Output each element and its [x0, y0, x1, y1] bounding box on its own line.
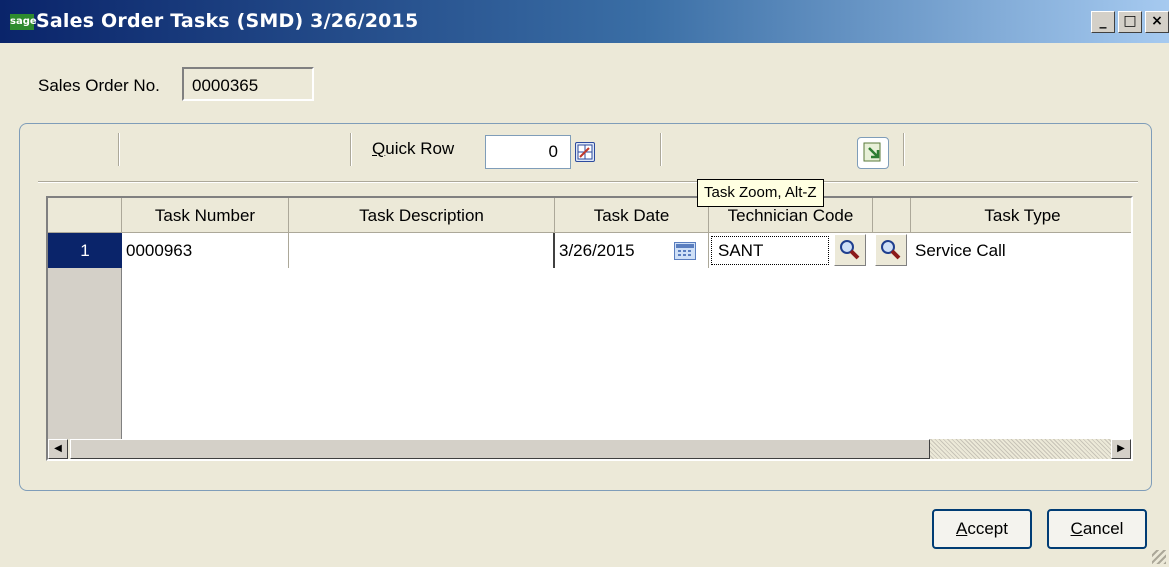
toolbar-separator [903, 133, 905, 166]
column-header-task-description[interactable]: Task Description [289, 198, 555, 233]
quick-row-input[interactable]: 0 [485, 135, 571, 169]
column-header-task-number[interactable]: Task Number [122, 198, 289, 233]
corner-header [48, 198, 122, 233]
cell-technician-code[interactable]: SANT [711, 236, 829, 265]
task-zoom-tooltip: Task Zoom, Alt-Z [697, 179, 824, 207]
resize-grip-icon[interactable] [1152, 550, 1166, 564]
scroll-left-arrow-icon[interactable]: ◀ [48, 439, 68, 459]
toolbar-separator [660, 133, 662, 166]
toolbar-divider [38, 181, 1138, 183]
task-zoom-button[interactable] [857, 137, 889, 169]
quick-row-label: Quick Row [372, 139, 455, 158]
cell-task-description[interactable] [289, 233, 555, 268]
window-title: Sales Order Tasks (SMD) 3/26/2015 [36, 10, 419, 32]
cancel-button[interactable]: Cancel [1047, 509, 1147, 549]
task-type-lookup-icon[interactable] [875, 234, 907, 266]
sage-app-icon: sage [10, 14, 37, 30]
sales-order-number-field: 0000365 [182, 67, 314, 101]
column-header-task-type[interactable]: Task Type [911, 198, 1131, 233]
tasks-grid[interactable]: Task Number Task Description Task Date T… [46, 196, 1133, 461]
quick-row-go-icon[interactable] [575, 142, 595, 162]
calendar-icon[interactable] [674, 242, 696, 260]
row-number-selected[interactable]: 1 [48, 233, 122, 268]
scrollbar-thumb[interactable] [70, 439, 930, 459]
sales-order-label: Sales Order No. [38, 76, 160, 95]
scrollbar-track[interactable] [930, 439, 1111, 459]
cell-task-type[interactable]: Service Call [911, 233, 1131, 268]
maximize-button[interactable]: □ [1118, 11, 1142, 33]
minimize-button[interactable]: _ [1091, 11, 1115, 33]
scroll-right-arrow-icon[interactable]: ▶ [1111, 439, 1131, 459]
horizontal-scrollbar[interactable]: ◀ ▶ [48, 439, 1131, 459]
column-header-lookup [873, 198, 911, 233]
cell-task-number[interactable]: 0000963 [122, 233, 289, 268]
toolbar-separator [118, 133, 120, 166]
column-header-task-date[interactable]: Task Date [555, 198, 709, 233]
title-bar[interactable]: sage Sales Order Tasks (SMD) 3/26/2015 _… [0, 0, 1169, 43]
toolbar-separator [350, 133, 352, 166]
technician-lookup-icon[interactable] [834, 234, 866, 266]
close-button[interactable]: × [1145, 11, 1169, 33]
accept-button[interactable]: Accept [932, 509, 1032, 549]
